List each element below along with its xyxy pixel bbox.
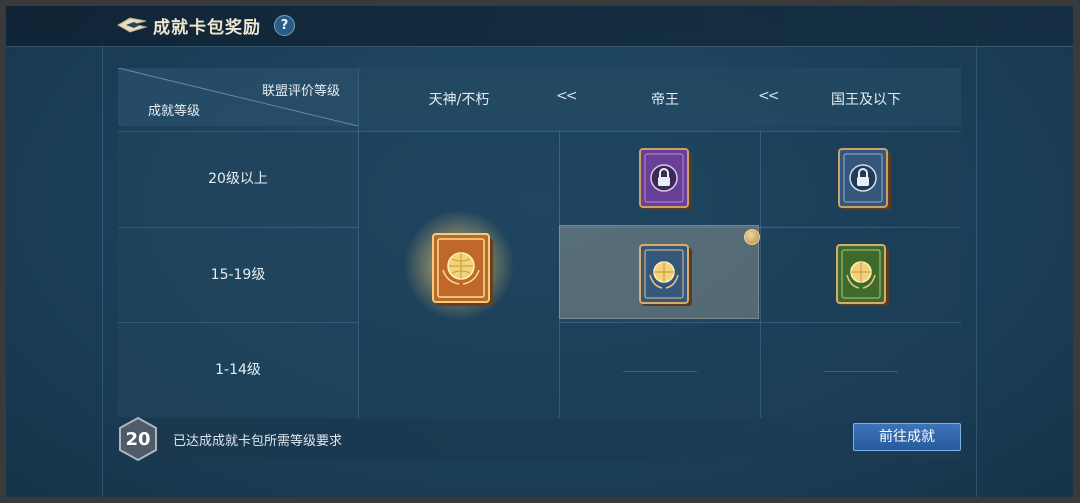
column-header-tianshen: 天神/不朽 — [428, 92, 490, 108]
column-header-diwang: 帝王 — [651, 92, 679, 108]
row-label-1-14: 1-14级 — [118, 323, 358, 417]
grid-line — [118, 131, 961, 132]
side-divider — [102, 6, 103, 497]
grid-line — [559, 131, 560, 418]
row-label-15-19: 15-19级 — [118, 228, 358, 322]
empty-slot-line — [824, 371, 898, 372]
goto-achievements-button[interactable]: 前往成就 — [853, 423, 961, 451]
reward-table: 联盟评价等级 成就等级 天神/不朽 << 帝王 << 国王及以下 20级以上 1… — [118, 68, 961, 418]
achievement-level-label: 成就等级 — [148, 104, 201, 119]
alliance-rating-label: 联盟评价等级 — [261, 84, 340, 99]
wing-emblem-icon — [117, 17, 148, 33]
panel-header: 成就卡包奖励 ? — [6, 6, 1073, 47]
requirement-status-text: 已达成成就卡包所需等级要求 — [173, 434, 343, 449]
panel-title: 成就卡包奖励 — [153, 18, 261, 38]
side-divider — [976, 6, 977, 497]
blue-globe-book-icon[interactable] — [637, 242, 697, 310]
gold-globe-book-icon[interactable] — [429, 230, 499, 310]
blue-locked-book-icon[interactable] — [836, 146, 896, 214]
grid-line — [760, 131, 761, 418]
empty-slot-line — [623, 371, 697, 372]
footer-bar: 20 已达成成就卡包所需等级要求 前往成就 — [118, 416, 961, 462]
purple-locked-book-icon[interactable] — [637, 146, 697, 214]
grid-line — [118, 322, 358, 323]
cell-diwang-1 — [560, 323, 760, 417]
chevron-left-double-icon: << — [556, 88, 578, 104]
grid-line — [118, 227, 358, 228]
cell-guowang-1 — [761, 323, 961, 417]
achievement-level-value: 20 — [125, 429, 151, 450]
table-corner-header: 联盟评价等级 成就等级 — [118, 68, 358, 126]
green-globe-book-icon[interactable] — [834, 242, 894, 310]
column-header-guowang: 国王及以下 — [831, 92, 901, 108]
player-marker-icon — [744, 229, 760, 245]
chevron-left-double-icon: << — [758, 88, 780, 104]
row-label-20-plus: 20级以上 — [118, 132, 358, 226]
reward-panel: 成就卡包奖励 ? 联盟评价等级 成就等级 天神/不朽 << 帝王 << 国王及以… — [6, 6, 1073, 497]
help-button[interactable]: ? — [274, 15, 295, 36]
grid-line — [358, 68, 359, 418]
